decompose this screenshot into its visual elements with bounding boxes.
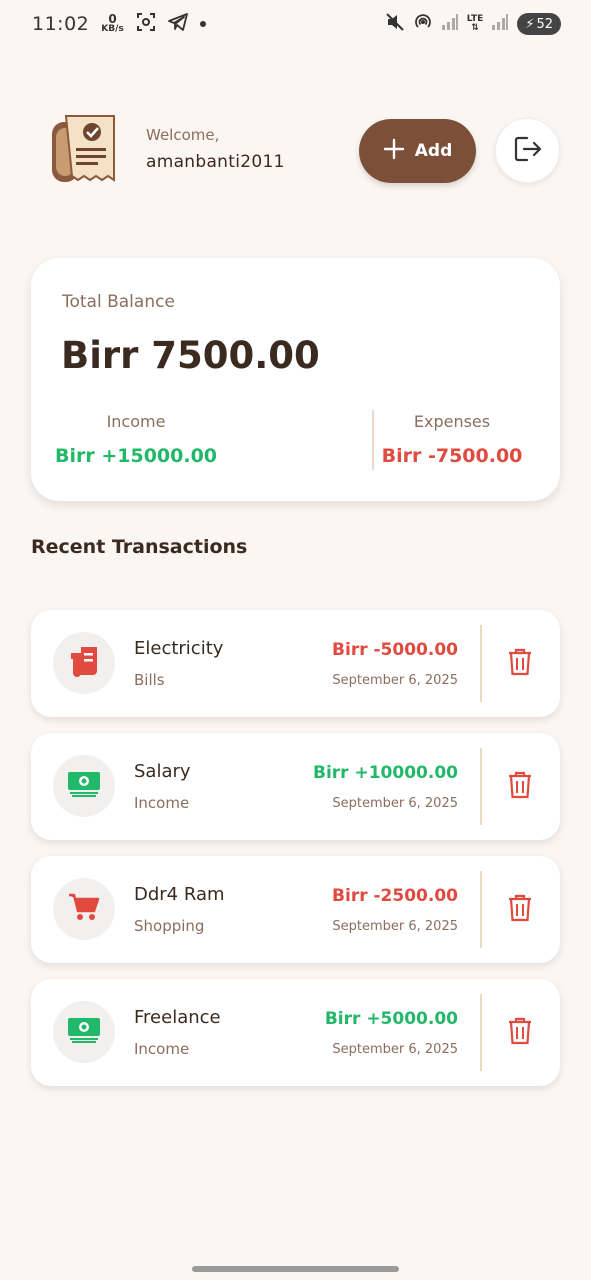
hotspot-icon — [413, 12, 433, 36]
balance-card: Total Balance Birr 7500.00 Income Birr +… — [31, 258, 560, 501]
income-label: Income — [106, 412, 166, 431]
net-speed-value: 0 — [108, 12, 117, 26]
lte-indicator: LTE ⇅ — [467, 15, 484, 33]
telegram-icon — [167, 13, 188, 35]
transaction-divider — [480, 994, 482, 1071]
expenses-summary: Expenses Birr -7500.00 — [367, 412, 537, 467]
delete-button[interactable] — [503, 644, 537, 684]
transaction-item[interactable]: Freelance Income Birr +5000.00 September… — [31, 979, 560, 1086]
welcome-block: Welcome, amanbanti2011 — [146, 126, 285, 172]
header: Welcome, amanbanti2011 Add — [46, 108, 560, 198]
income-summary: Income Birr +15000.00 — [51, 412, 221, 467]
transaction-category: Income — [134, 794, 190, 812]
trash-icon — [508, 1017, 532, 1049]
expenses-value: Birr -7500.00 — [381, 445, 523, 467]
transaction-item[interactable]: Salary Income Birr +10000.00 September 6… — [31, 733, 560, 840]
add-button-label: Add — [414, 141, 453, 161]
transaction-amount: Birr -5000.00 — [332, 640, 458, 660]
net-speed: 0 KB/s — [101, 12, 124, 34]
signal-2-icon — [491, 13, 509, 35]
transaction-date: September 6, 2025 — [332, 796, 458, 811]
transaction-item[interactable]: Electricity Bills Birr -5000.00 Septembe… — [31, 610, 560, 717]
transaction-amount: Birr +10000.00 — [313, 763, 458, 783]
status-right: LTE ⇅ ⚡ 52 — [385, 12, 561, 36]
total-balance-label: Total Balance — [62, 292, 175, 312]
logout-icon — [513, 135, 543, 167]
transaction-category: Bills — [134, 671, 165, 689]
transaction-divider — [480, 748, 482, 825]
transaction-category: Income — [134, 1040, 190, 1058]
transaction-title: Ddr4 Ram — [134, 884, 225, 905]
welcome-label: Welcome, — [146, 126, 220, 144]
home-indicator[interactable] — [192, 1266, 399, 1272]
notification-dot-icon — [199, 21, 206, 27]
plus-icon — [383, 138, 405, 165]
total-balance-amount: Birr 7500.00 — [61, 334, 320, 377]
cart-icon — [68, 892, 100, 926]
transaction-title: Salary — [134, 761, 191, 782]
delete-button[interactable] — [503, 767, 537, 807]
transaction-date: September 6, 2025 — [332, 1042, 458, 1057]
status-left: 11:02 0 KB/s — [32, 12, 206, 36]
net-speed-unit: KB/s — [101, 24, 124, 34]
battery-level: 52 — [536, 16, 553, 32]
status-time: 11:02 — [32, 13, 90, 35]
transaction-title: Electricity — [134, 638, 224, 659]
money-icon — [67, 771, 101, 801]
transaction-date: September 6, 2025 — [332, 673, 458, 688]
transaction-date: September 6, 2025 — [332, 919, 458, 934]
transaction-category: Shopping — [134, 917, 205, 935]
transaction-list: Electricity Bills Birr -5000.00 Septembe… — [31, 610, 560, 1102]
username: amanbanti2011 — [146, 152, 285, 172]
trash-icon — [508, 894, 532, 926]
screenshot-icon — [136, 12, 156, 36]
delete-button[interactable] — [503, 1013, 537, 1053]
expenses-label: Expenses — [413, 412, 491, 431]
mute-icon — [385, 12, 405, 36]
income-value: Birr +15000.00 — [54, 445, 218, 467]
transaction-amount: Birr -2500.00 — [332, 886, 458, 906]
trash-icon — [508, 771, 532, 803]
data-arrows-icon: ⇅ — [471, 23, 479, 33]
receipt-icon — [67, 645, 101, 681]
transaction-icon-wrap — [53, 878, 115, 940]
recent-transactions-title: Recent Transactions — [31, 536, 248, 558]
add-button[interactable]: Add — [359, 119, 476, 183]
transaction-title: Freelance — [134, 1007, 221, 1028]
delete-button[interactable] — [503, 890, 537, 930]
transaction-amount: Birr +5000.00 — [324, 1009, 458, 1029]
money-icon — [67, 1017, 101, 1047]
transaction-icon-wrap — [53, 632, 115, 694]
charging-bolt-icon: ⚡ — [525, 16, 535, 32]
signal-icon — [441, 13, 459, 35]
battery-indicator: ⚡ 52 — [517, 13, 561, 35]
transaction-divider — [480, 625, 482, 702]
status-bar: 11:02 0 KB/s LTE ⇅ ⚡ 52 — [0, 0, 591, 48]
transaction-icon-wrap — [53, 1001, 115, 1063]
trash-icon — [508, 648, 532, 680]
logout-button[interactable] — [495, 118, 560, 183]
transaction-item[interactable]: Ddr4 Ram Shopping Birr -2500.00 Septembe… — [31, 856, 560, 963]
transaction-icon-wrap — [53, 755, 115, 817]
transaction-divider — [480, 871, 482, 948]
app-logo-icon — [46, 108, 124, 190]
